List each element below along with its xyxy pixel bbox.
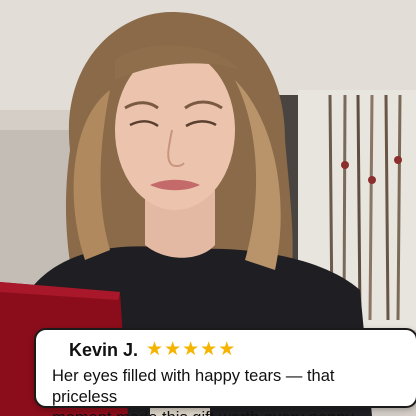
star-icon: ★: [218, 339, 236, 360]
reviewer-name: Kevin J.: [69, 339, 139, 360]
star-icon: ★: [146, 339, 164, 360]
star-rating: ★ ★ ★ ★ ★: [146, 340, 236, 360]
review-text: Her eyes filled with happy tears — that …: [52, 366, 404, 416]
photo-scene: Kevin J. ★ ★ ★ ★ ★ Her eyes filled with …: [0, 0, 416, 416]
review-text-line: moment made this gift worth every penny.: [52, 408, 404, 416]
star-icon: ★: [200, 339, 218, 360]
review-text-line: Her eyes filled with happy tears — that …: [52, 367, 335, 406]
star-icon: ★: [164, 339, 182, 360]
star-icon: ★: [182, 339, 200, 360]
review-card: Kevin J. ★ ★ ★ ★ ★ Her eyes filled with …: [34, 328, 416, 416]
review-header: Kevin J. ★ ★ ★ ★ ★: [69, 338, 404, 362]
